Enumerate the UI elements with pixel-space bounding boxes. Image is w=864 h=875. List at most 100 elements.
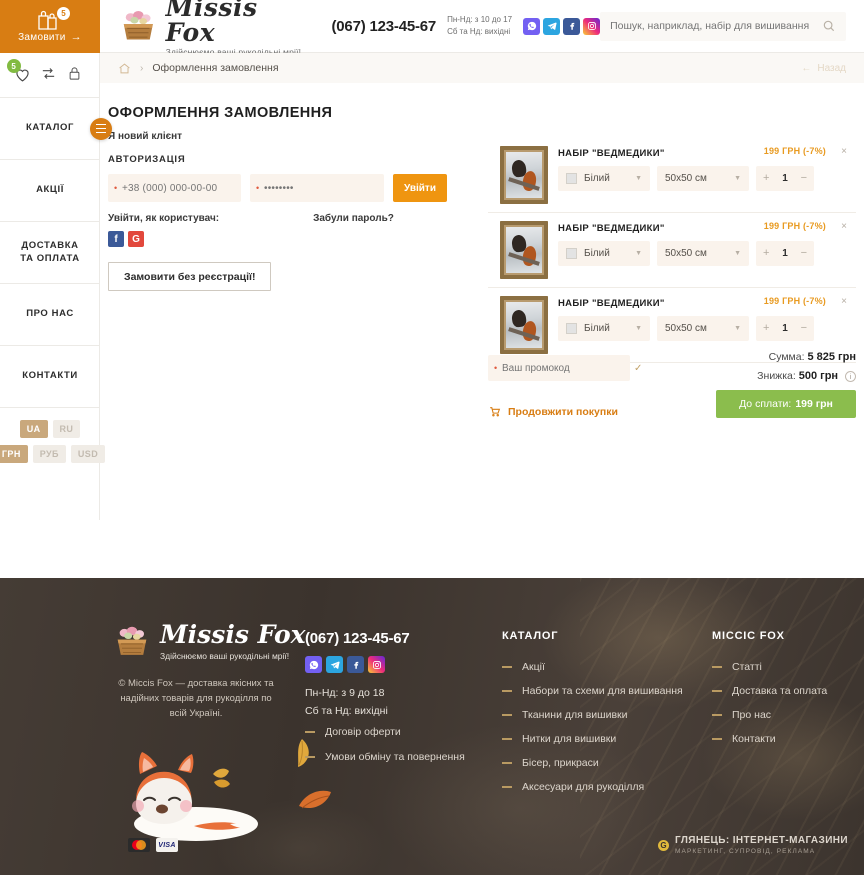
footer-logo[interactable]: Missis Fox Здійснюємо ваші рукодільні мр… (112, 622, 306, 661)
header-socials (523, 17, 601, 35)
phone-input[interactable] (122, 182, 233, 194)
instagram-icon[interactable] (583, 17, 601, 35)
product-thumbnail[interactable] (500, 221, 548, 279)
quantity-stepper: + 1 − (756, 241, 814, 266)
footer-link-label: Нитки для вишивки (522, 733, 617, 745)
new-client-link[interactable]: Я новий клієнт (108, 131, 478, 142)
size-select[interactable]: 50x50 см ▼ (657, 166, 749, 191)
header-logo[interactable]: Missis Fox Здійснюємо ваші рукодільні мр… (118, 0, 312, 57)
telegram-icon[interactable] (326, 656, 343, 673)
remove-item-button[interactable]: × (836, 296, 852, 307)
sidebar-item-contacts[interactable]: КОНТАКТИ (0, 346, 100, 408)
footer-phone[interactable]: (067) 123-45-67 (305, 630, 410, 647)
footer-legal-links: Договір оферти Умови обміну та поверненн… (305, 726, 465, 776)
color-select[interactable]: Білий ▼ (558, 241, 650, 266)
sidebar-item-catalog[interactable]: КАТАЛОГ (0, 98, 112, 160)
chevron-down-icon: ▼ (734, 325, 741, 332)
facebook-login-icon[interactable]: f (108, 231, 124, 247)
qty-increase-button[interactable]: + (763, 323, 769, 334)
footer-about-link-delivery[interactable]: Доставка та оплата (712, 685, 827, 697)
checkout-pay-button[interactable]: До сплати: 199 грн (716, 390, 856, 418)
footer-catalog-link-promos[interactable]: Акції (502, 661, 683, 673)
cart-items-list: НАБІР "ВЕДМЕДИКИ" 199 ГРН (-7%) × Білий … (488, 138, 856, 363)
footer-about-column: MICCIC FOX Статті Доставка та оплата Про… (712, 630, 827, 757)
facebook-icon[interactable] (563, 17, 581, 35)
footer-socials (305, 656, 410, 673)
guest-checkout-button[interactable]: Замовити без реєстрації! (108, 262, 272, 291)
footer-catalog-link-beads[interactable]: Бісер, прикраси (502, 757, 683, 769)
header-phone[interactable]: (067) 123-45-67 (332, 18, 437, 35)
footer-link-offer[interactable]: Договір оферти (305, 726, 465, 738)
search-input[interactable] (610, 20, 822, 32)
forgot-password-link[interactable]: Забули пароль? (313, 213, 394, 224)
google-login-icon[interactable]: G (128, 231, 144, 247)
qty-increase-button[interactable]: + (763, 173, 769, 184)
footer-about-link-contacts[interactable]: Контакти (712, 733, 827, 745)
order-button[interactable]: 5 Замовити → (0, 0, 100, 53)
promo-input[interactable] (502, 362, 634, 374)
footer-logo-name: Missis Fox (160, 620, 306, 649)
qty-decrease-button[interactable]: − (801, 323, 807, 334)
size-select[interactable]: 50x50 см ▼ (657, 316, 749, 341)
qty-decrease-button[interactable]: − (801, 173, 807, 184)
instagram-icon[interactable] (368, 656, 385, 673)
heart-icon[interactable]: 5 (6, 59, 33, 85)
check-icon[interactable]: ✓ (634, 363, 642, 374)
footer-catalog-link-accessories[interactable]: Аксесуари для рукоділля (502, 781, 683, 793)
subtotal-label: Сумма: (768, 351, 805, 363)
footer-catalog-link-threads[interactable]: Нитки для вишивки (502, 733, 683, 745)
color-select[interactable]: Білий ▼ (558, 166, 650, 191)
phone-field[interactable]: • (108, 174, 241, 202)
viber-icon[interactable] (523, 17, 541, 35)
qty-increase-button[interactable]: + (763, 248, 769, 259)
lock-icon[interactable] (67, 65, 87, 85)
breadcrumb: › Оформлення замовлення ← Назад (100, 53, 864, 83)
search-icon[interactable] (822, 19, 836, 33)
currency-uah[interactable]: ГРН (0, 445, 28, 463)
table-row: НАБІР "ВЕДМЕДИКИ" 199 ГРН (-7%) × Білий … (488, 213, 856, 288)
footer-link-label: Договір оферти (325, 726, 401, 738)
remove-item-button[interactable]: × (836, 146, 852, 157)
telegram-icon[interactable] (543, 17, 561, 35)
remove-item-button[interactable]: × (836, 221, 852, 232)
quantity-stepper: + 1 − (756, 166, 814, 191)
promo-field[interactable]: • ✓ (488, 355, 642, 381)
footer-catalog-link-fabrics[interactable]: Тканини для вишивки (502, 709, 683, 721)
product-thumbnail[interactable] (500, 146, 548, 204)
search-bar[interactable] (600, 11, 846, 41)
burger-menu-icon[interactable] (90, 117, 112, 140)
qty-decrease-button[interactable]: − (801, 248, 807, 259)
agency-name: ГЛЯНЕЦЬ: ІНТЕРНЕТ-МАГАЗИНИ (675, 835, 848, 846)
sidebar-item-promos[interactable]: АКЦІЇ (0, 160, 100, 222)
breadcrumb-current: Оформлення замовлення (152, 62, 279, 74)
password-field[interactable]: • (250, 174, 384, 202)
cart-icon (490, 407, 501, 417)
product-name[interactable]: НАБІР "ВЕДМЕДИКИ" (558, 296, 665, 309)
lang-ru[interactable]: RU (52, 420, 81, 438)
footer-about-link-about[interactable]: Про нас (712, 709, 827, 721)
site-header: Missis Fox Здійснюємо ваші рукодільні мр… (100, 0, 864, 56)
sidebar-item-delivery[interactable]: ДОСТАВКА ТА ОПЛАТА (0, 222, 100, 284)
color-select[interactable]: Білий ▼ (558, 316, 650, 341)
product-thumbnail[interactable] (500, 296, 548, 354)
footer-catalog-column: КАТАЛОГ Акції Набори та схеми для вишива… (502, 630, 683, 805)
sidebar-item-about[interactable]: ПРО НАС (0, 284, 100, 346)
home-icon[interactable] (118, 62, 131, 75)
footer-catalog-link-kits[interactable]: Набори та схеми для вишивання (502, 685, 683, 697)
currency-rub[interactable]: РУБ (32, 445, 66, 463)
lang-ua[interactable]: UA (19, 420, 48, 438)
footer-link-returns[interactable]: Умови обміну та повернення (305, 751, 465, 763)
footer-about-link-articles[interactable]: Статті (712, 661, 827, 673)
password-input[interactable] (264, 182, 376, 194)
back-link[interactable]: ← Назад (801, 63, 846, 74)
currency-usd[interactable]: USD (70, 445, 106, 463)
viber-icon[interactable] (305, 656, 322, 673)
product-name[interactable]: НАБІР "ВЕДМЕДИКИ" (558, 221, 665, 234)
product-name[interactable]: НАБІР "ВЕДМЕДИКИ" (558, 146, 665, 159)
agency-credit[interactable]: G ГЛЯНЕЦЬ: ІНТЕРНЕТ-МАГАЗИНИ МАРКЕТИНГ, … (658, 835, 848, 855)
info-icon[interactable]: i (845, 370, 856, 382)
facebook-icon[interactable] (347, 656, 364, 673)
compare-icon[interactable] (40, 65, 60, 85)
login-button[interactable]: Увійти (393, 174, 447, 202)
size-select[interactable]: 50x50 см ▼ (657, 241, 749, 266)
